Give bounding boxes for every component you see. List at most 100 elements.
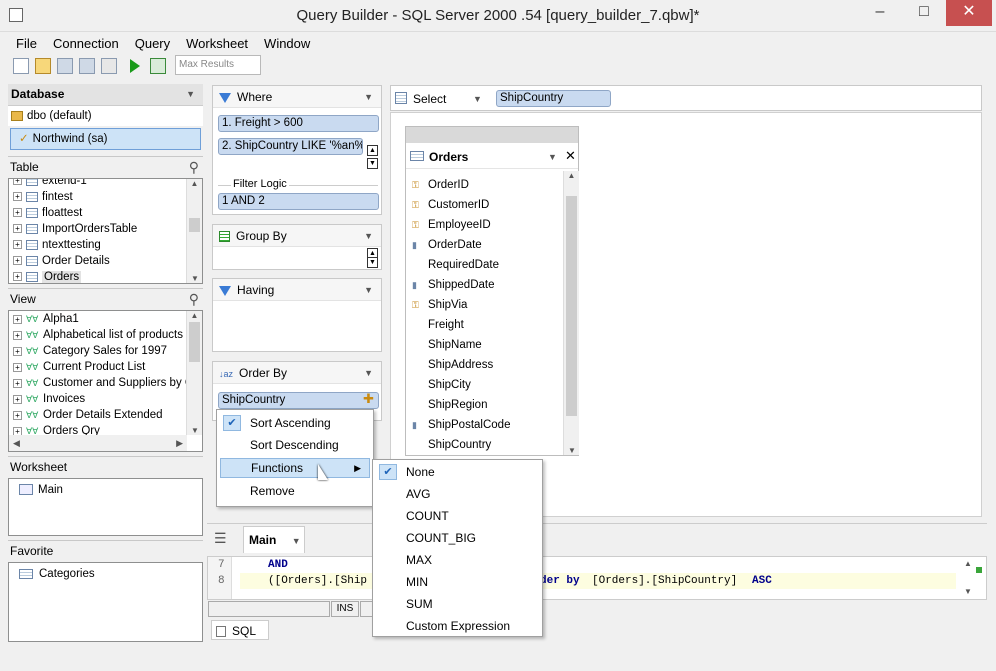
menu-sort-ascending[interactable]: ✔ Sort Ascending (217, 412, 373, 434)
chevron-down-icon[interactable]: ▼ (364, 231, 373, 241)
field-row[interactable]: ShipCountry (406, 435, 563, 455)
run-check-icon[interactable] (150, 58, 166, 74)
scroll-down-icon[interactable]: ▼ (367, 257, 378, 268)
sql-editor[interactable]: 7 8 AND ([Orders].[Ship der by [Orders].… (207, 556, 987, 600)
save-icon[interactable] (57, 58, 73, 74)
chevron-down-icon[interactable]: ▼ (364, 92, 373, 102)
new-icon[interactable] (13, 58, 29, 74)
connection-item[interactable]: ✓ Northwind (sa) (10, 128, 201, 150)
chevron-down-icon[interactable]: ▼ (548, 152, 557, 162)
view-hscrollbar[interactable]: ◀ ▶ (9, 435, 187, 451)
tree-item[interactable]: + ∀∀ Alphabetical list of products (9, 327, 187, 343)
save-all-icon[interactable] (79, 58, 95, 74)
view-scrollbar[interactable]: ▲ ▼ (186, 311, 202, 435)
scroll-down-icon[interactable]: ▼ (367, 158, 378, 169)
search-icon[interactable]: ⚲ (189, 291, 199, 308)
expand-icon[interactable]: + (13, 208, 22, 218)
tree-item[interactable]: + ∀∀ Category Sales for 1997 (9, 343, 187, 359)
function-custom-expression[interactable]: Custom Expression (373, 615, 542, 637)
chevron-down-icon[interactable]: ▼ (364, 368, 373, 378)
chevron-down-icon[interactable]: ▼ (186, 89, 195, 99)
field-row[interactable]: ShipAddress (406, 355, 563, 375)
field-row[interactable]: ⚿ EmployeeID (406, 215, 563, 235)
tree-item[interactable]: + fintest (9, 189, 187, 205)
orders-table-window[interactable]: Orders ▼ ✕ ⚿ OrderID ⚿ CustomerID ⚿ Employe… (405, 126, 579, 456)
tree-item[interactable]: + ∀∀ Customer and Suppliers by C (9, 375, 187, 391)
expand-icon[interactable]: + (13, 378, 22, 388)
hamburger-icon[interactable]: ☰ (214, 530, 227, 547)
chevron-down-icon[interactable]: ▼ (292, 536, 301, 546)
chevron-down-icon[interactable]: ▼ (473, 94, 482, 104)
minimize-button[interactable]: – (858, 0, 902, 26)
editor-scroll-down-icon[interactable]: ▼ (964, 587, 972, 596)
table-scrollbar[interactable]: ▲ ▼ (186, 179, 202, 283)
menu-remove[interactable]: Remove (217, 480, 373, 502)
bottom-tab-sql[interactable]: SQL (211, 620, 269, 640)
field-row[interactable]: ⚿ OrderID (406, 175, 563, 195)
select-field[interactable]: ShipCountry (496, 90, 611, 107)
menu-connection[interactable]: Connection (45, 34, 127, 53)
max-results-input[interactable]: Max Results (175, 55, 261, 75)
editor-scroll-up-icon[interactable]: ▲ (964, 559, 972, 568)
order-by-field[interactable]: ShipCountry (218, 392, 379, 409)
expand-icon[interactable]: + (13, 179, 22, 186)
expand-icon[interactable]: + (13, 362, 22, 372)
expand-icon[interactable]: + (13, 272, 22, 282)
tree-item[interactable]: + Order Details (9, 253, 187, 269)
print-icon[interactable] (101, 58, 117, 74)
field-row[interactable]: RequiredDate (406, 255, 563, 275)
tree-item[interactable]: + extend-1 (9, 179, 187, 189)
close-icon[interactable]: ✕ (565, 148, 576, 164)
field-row[interactable]: ▮ ShipPostalCode (406, 415, 563, 435)
expand-icon[interactable]: + (13, 330, 22, 340)
expand-icon[interactable]: + (13, 224, 22, 234)
expand-icon[interactable]: + (13, 256, 22, 266)
where-condition[interactable]: 2. ShipCountry LIKE '%an%' (218, 138, 363, 155)
expand-icon[interactable]: + (13, 240, 22, 250)
field-row[interactable]: ▮ OrderDate (406, 235, 563, 255)
field-row[interactable]: ShipRegion (406, 395, 563, 415)
function-avg[interactable]: AVG (373, 483, 542, 505)
expand-icon[interactable]: + (13, 192, 22, 202)
function-max[interactable]: MAX (373, 549, 542, 571)
chevron-down-icon[interactable]: ▼ (364, 285, 373, 295)
menu-functions[interactable]: Functions ▶ (220, 458, 370, 478)
run-icon[interactable] (130, 59, 140, 73)
schema-item[interactable]: dbo (default) (8, 106, 203, 126)
expand-icon[interactable]: + (13, 410, 22, 420)
expand-icon[interactable]: + (13, 394, 22, 404)
sort-handle-icon[interactable]: ✚ (363, 391, 374, 407)
filter-logic-input[interactable]: 1 AND 2 (218, 193, 379, 210)
function-count-big[interactable]: COUNT_BIG (373, 527, 542, 549)
orders-drag-bar[interactable] (406, 127, 578, 143)
expand-icon[interactable]: + (13, 346, 22, 356)
orders-scrollbar[interactable]: ▲ ▼ (563, 171, 579, 455)
field-row[interactable]: ShipName (406, 335, 563, 355)
where-condition[interactable]: 1. Freight > 600 (218, 115, 379, 132)
menu-sort-descending[interactable]: Sort Descending (217, 434, 373, 456)
scroll-up-icon[interactable]: ▲ (367, 145, 378, 156)
maximize-button[interactable]: □ (902, 0, 946, 26)
tree-item[interactable]: + ∀∀ Invoices (9, 391, 187, 407)
field-row[interactable]: ▮ ShippedDate (406, 275, 563, 295)
tree-item[interactable]: + ImportOrdersTable (9, 221, 187, 237)
menu-window[interactable]: Window (256, 34, 318, 53)
field-row[interactable]: Freight (406, 315, 563, 335)
field-row[interactable]: ShipCity (406, 375, 563, 395)
function-none[interactable]: ✔ None (373, 461, 542, 483)
tree-item-selected[interactable]: + Orders (9, 269, 187, 283)
menu-file[interactable]: File (8, 34, 45, 53)
expand-icon[interactable]: + (13, 314, 22, 324)
open-icon[interactable] (35, 58, 51, 74)
tree-item[interactable]: + ∀∀ Order Details Extended (9, 407, 187, 423)
field-row[interactable]: ⚿ CustomerID (406, 195, 563, 215)
menu-worksheet[interactable]: Worksheet (178, 34, 256, 53)
tab-main[interactable]: Main ▼ (243, 526, 305, 553)
tree-item[interactable]: + ∀∀ Alpha1 (9, 311, 187, 327)
function-count[interactable]: COUNT (373, 505, 542, 527)
search-icon[interactable]: ⚲ (189, 159, 199, 176)
function-sum[interactable]: SUM (373, 593, 542, 615)
field-row[interactable]: ⚿ ShipVia (406, 295, 563, 315)
tree-item[interactable]: + floattest (9, 205, 187, 221)
menu-query[interactable]: Query (127, 34, 178, 53)
